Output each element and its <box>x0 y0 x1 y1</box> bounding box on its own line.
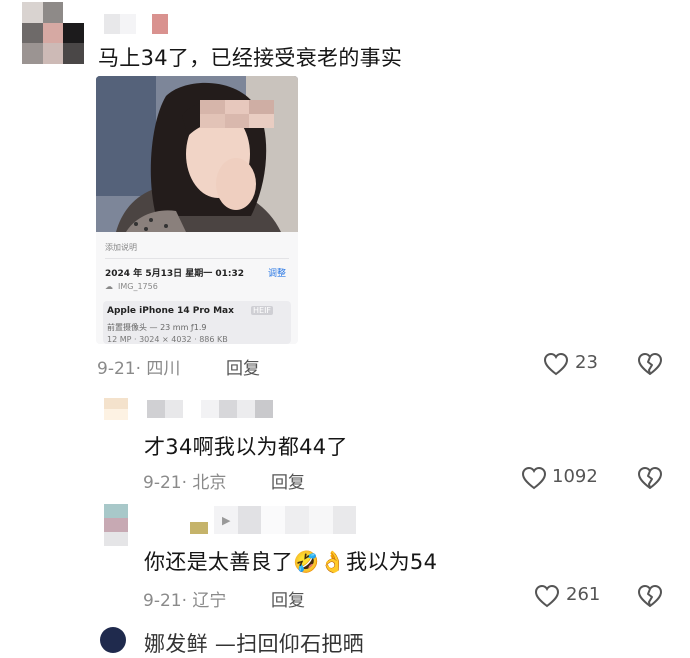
username[interactable] <box>104 14 168 34</box>
like-count: 261 <box>566 584 601 605</box>
comment-text: 才34啊我以为都44了 <box>144 435 348 459</box>
avatar[interactable] <box>22 2 84 64</box>
photo-filename: IMG_1756 <box>118 282 158 291</box>
rofl-emoji-icon: 🤣 <box>293 550 320 574</box>
ok-hand-emoji-icon: 👌 <box>319 550 347 574</box>
username[interactable] <box>147 400 273 418</box>
device-box: Apple iPhone 14 Pro Max HEIF 前置摄像头 — 23 … <box>103 301 291 344</box>
resolution-info: 12 MP · 3024 × 4032 · 886 KB <box>107 335 228 344</box>
device-name: Apple iPhone 14 Pro Max <box>107 306 234 316</box>
comment-text-start: 你还是太善良了 <box>144 550 294 574</box>
attached-photo[interactable]: 添加说明 2024 年 5月13日 星期一 01:32 调整 ☁ IMG_175… <box>96 76 298 344</box>
time-location: 9-21· 北京 <box>143 473 227 493</box>
dislike-icon[interactable] <box>637 466 663 490</box>
photo-image <box>96 76 298 232</box>
dislike-icon[interactable] <box>637 584 663 608</box>
photo-datetime: 2024 年 5月13日 星期一 01:32 <box>105 269 245 279</box>
time-location: 9-21· 辽宁 <box>143 591 227 611</box>
avatar[interactable] <box>104 398 128 420</box>
adjust-link[interactable]: 调整 <box>268 266 286 279</box>
caption-placeholder[interactable]: 添加说明 <box>105 242 137 253</box>
photo-info-panel: 添加说明 2024 年 5月13日 星期一 01:32 调整 ☁ IMG_175… <box>96 232 298 344</box>
comment-text: 娜发鲜 —扫回仰石把晒 <box>144 632 364 656</box>
heart-icon[interactable] <box>534 584 560 608</box>
username[interactable] <box>190 506 380 534</box>
like-count: 23 <box>575 352 598 373</box>
heart-icon[interactable] <box>543 352 569 376</box>
comment-text: 你还是太善良了🤣👌我以为54 <box>144 546 437 576</box>
format-badge: HEIF <box>251 306 274 315</box>
comment-text: 马上34了，已经接受衰老的事实 <box>98 46 403 70</box>
play-icon: ▶ <box>222 514 231 527</box>
dislike-icon[interactable] <box>637 352 663 376</box>
avatar[interactable] <box>104 504 128 546</box>
badge-icon <box>190 522 208 534</box>
eyes-censor <box>200 100 274 128</box>
reply-button[interactable]: 回复 <box>271 586 305 611</box>
time-location: 9-21· 四川 <box>97 359 181 379</box>
comment-text-end: 我以为54 <box>346 550 438 574</box>
lens-info: 前置摄像头 — 23 mm ƒ1.9 <box>107 323 207 332</box>
reply-button[interactable]: 回复 <box>226 354 260 379</box>
heart-icon[interactable] <box>521 466 547 490</box>
reply-button[interactable]: 回复 <box>271 468 305 493</box>
divider <box>105 258 289 259</box>
cloud-icon: ☁ <box>105 282 113 291</box>
like-count: 1092 <box>552 466 598 487</box>
avatar[interactable] <box>100 627 126 653</box>
